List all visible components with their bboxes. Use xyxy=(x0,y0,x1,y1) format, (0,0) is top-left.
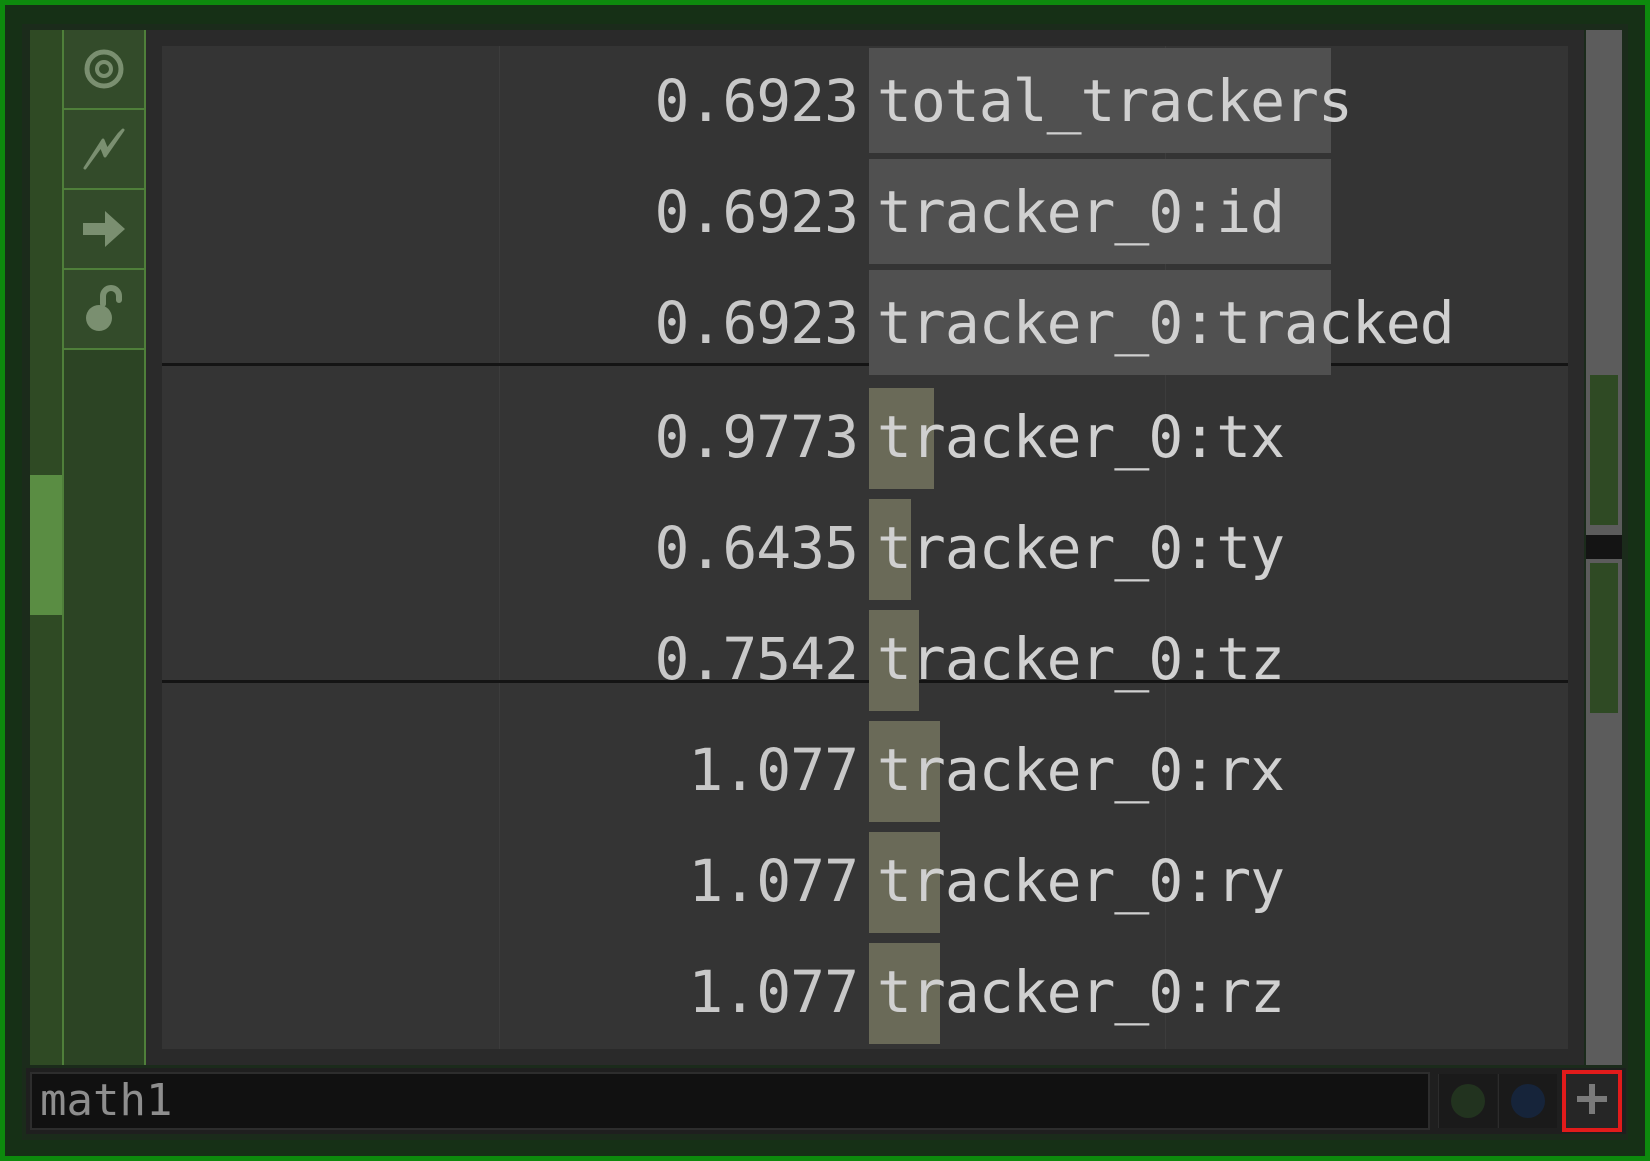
node-bottom-bar: math1 xyxy=(26,1068,1626,1134)
viewer-toggle-button[interactable] xyxy=(64,30,144,110)
channel-name: total_trackers xyxy=(877,67,1353,135)
node-activity-indicator xyxy=(30,475,62,615)
node-name-field[interactable]: math1 xyxy=(30,1072,1430,1130)
channel-name: tracker_0:rz xyxy=(877,958,1285,1026)
viewer-scrollbar[interactable] xyxy=(1586,30,1622,1065)
channel-name: tracker_0:id xyxy=(877,178,1285,246)
channel-value: 0.9773 xyxy=(654,403,859,471)
channel-list: 0.6923 total_trackers 0.6923 tracker_0:id 0.… xyxy=(162,46,1568,1049)
channel-row[interactable]: 1.077 tracker_0:ry xyxy=(162,826,1568,937)
green-dot-icon xyxy=(1451,1084,1485,1118)
channel-name: tracker_0:ry xyxy=(877,847,1285,915)
channel-row[interactable]: 0.7542 tracker_0:tz xyxy=(162,604,1568,715)
export-flag-button[interactable] xyxy=(64,110,144,190)
channel-value: 0.6923 xyxy=(654,178,859,246)
blue-dot-icon xyxy=(1511,1084,1545,1118)
channel-name: tracker_0:tracked xyxy=(877,289,1455,357)
unlock-icon xyxy=(79,284,129,334)
arrow-right-icon xyxy=(79,207,129,251)
scrollbar-segment xyxy=(1590,375,1618,525)
channel-value: 0.6923 xyxy=(654,67,859,135)
lightning-icon xyxy=(79,124,129,174)
status-dot-green-button[interactable] xyxy=(1438,1074,1497,1128)
lock-flag-button[interactable] xyxy=(64,270,144,350)
scrollbar-divider xyxy=(1586,535,1622,559)
scrollbar-segment xyxy=(1590,563,1618,713)
channel-name: tracker_0:ty xyxy=(877,514,1285,582)
node-flag-column xyxy=(64,30,146,1065)
channel-row[interactable]: 0.9773 tracker_0:tx xyxy=(162,382,1568,493)
channel-row[interactable]: 0.6435 tracker_0:ty xyxy=(162,493,1568,604)
channel-row[interactable]: 1.077 tracker_0:rz xyxy=(162,937,1568,1048)
status-dot-blue-button[interactable] xyxy=(1498,1074,1557,1128)
channel-name: tracker_0:rx xyxy=(877,736,1285,804)
channel-row[interactable]: 0.6923 total_trackers xyxy=(162,46,1568,157)
channel-value: 1.077 xyxy=(688,847,859,915)
channel-value: 0.6435 xyxy=(654,514,859,582)
channel-name: tracker_0:tz xyxy=(877,625,1285,693)
channel-value: 0.6923 xyxy=(654,289,859,357)
target-icon xyxy=(82,47,126,91)
add-button[interactable] xyxy=(1562,1070,1622,1132)
channel-value: 1.077 xyxy=(688,736,859,804)
channel-row[interactable]: 1.077 tracker_0:rx xyxy=(162,715,1568,826)
channel-value: 1.077 xyxy=(688,958,859,1026)
channel-name: tracker_0:tx xyxy=(877,403,1285,471)
channel-viewer[interactable]: 0.6923 total_trackers 0.6923 tracker_0:id 0.… xyxy=(146,30,1584,1065)
channel-row[interactable]: 0.6923 tracker_0:id xyxy=(162,157,1568,268)
plus-icon xyxy=(1574,1081,1610,1121)
channel-value: 0.7542 xyxy=(654,625,859,693)
cook-flag-button[interactable] xyxy=(64,190,144,270)
channel-row[interactable]: 0.6923 tracker_0:tracked xyxy=(162,268,1568,379)
